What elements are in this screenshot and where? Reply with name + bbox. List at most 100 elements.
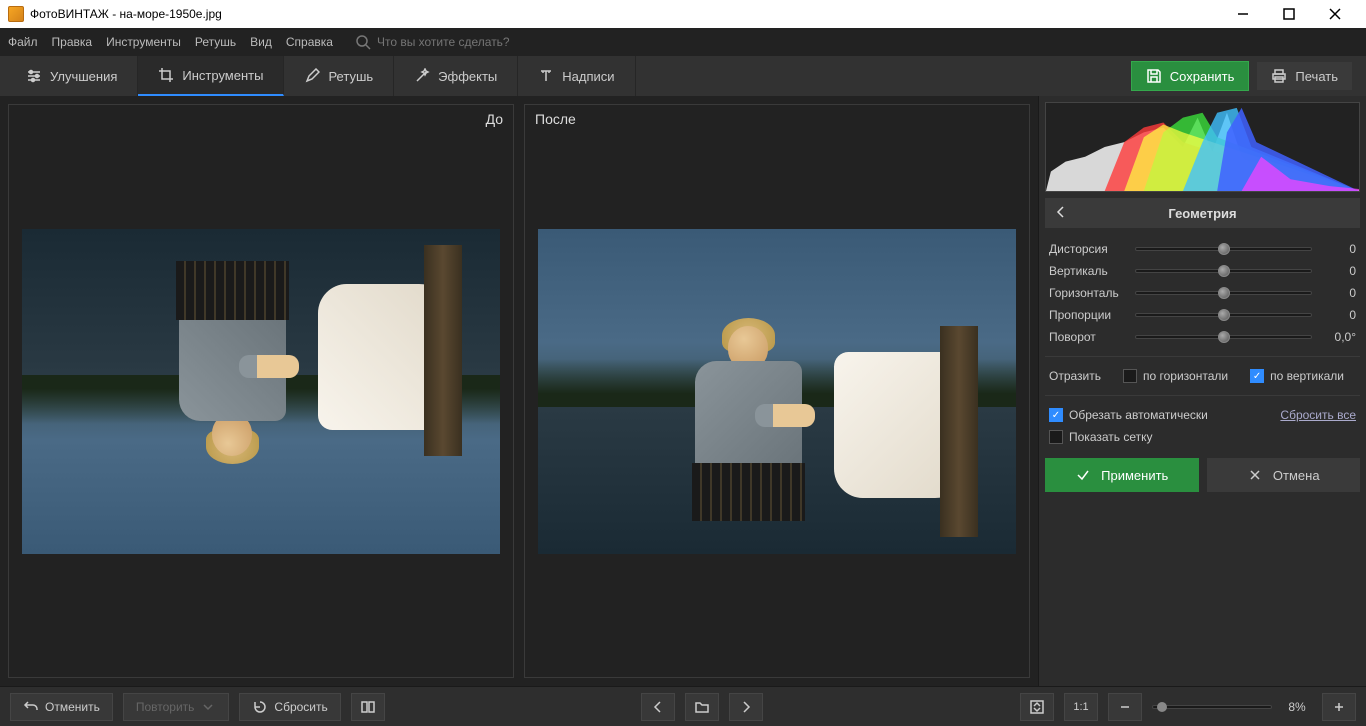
save-label: Сохранить	[1170, 69, 1235, 84]
reset-button[interactable]: Сбросить	[239, 693, 340, 721]
sidebar: Геометрия Дисторсия 0 Вертикаль 0 Горизо…	[1038, 96, 1366, 686]
slider-track[interactable]	[1135, 269, 1312, 273]
redo-button[interactable]: Повторить	[123, 693, 230, 721]
chevron-down-icon	[200, 699, 216, 715]
nav-next-button[interactable]	[729, 693, 763, 721]
reflect-label: Отразить	[1049, 369, 1101, 383]
zoom-in-button[interactable]	[1322, 693, 1356, 721]
nav-prev-button[interactable]	[641, 693, 675, 721]
crop-icon	[158, 67, 174, 83]
tab-retouch[interactable]: Ретушь	[284, 56, 394, 96]
slider-distortion: Дисторсия 0	[1045, 238, 1360, 260]
after-image[interactable]	[538, 229, 1016, 554]
tab-label: Ретушь	[328, 69, 373, 84]
minimize-button[interactable]	[1220, 0, 1266, 28]
slider-vertical: Вертикаль 0	[1045, 260, 1360, 282]
brush-icon	[304, 68, 320, 84]
tab-label: Инструменты	[182, 68, 263, 83]
tab-captions[interactable]: Надписи	[518, 56, 635, 96]
panel-header: Геометрия	[1045, 198, 1360, 228]
wand-icon	[414, 68, 430, 84]
reflect-h-label: по горизонтали	[1143, 369, 1228, 383]
reflect-row: Отразить по горизонтали ✓ по вертикали	[1045, 365, 1360, 387]
checkbox-autocrop[interactable]: ✓	[1049, 408, 1063, 422]
slider-thumb[interactable]	[1218, 331, 1230, 343]
viewer: До После	[0, 96, 1038, 686]
undo-button[interactable]: Отменить	[10, 693, 113, 721]
folder-icon	[694, 699, 710, 715]
panel-title: Геометрия	[1168, 206, 1236, 221]
text-icon	[538, 68, 554, 84]
checkbox-grid[interactable]	[1049, 430, 1063, 444]
menu-tools[interactable]: Инструменты	[106, 35, 181, 49]
menu-retouch[interactable]: Ретушь	[195, 35, 236, 49]
zoom-value: 8%	[1282, 700, 1312, 714]
print-button[interactable]: Печать	[1257, 62, 1352, 90]
slider-track[interactable]	[1135, 335, 1312, 339]
tab-label: Улучшения	[50, 69, 117, 84]
close-button[interactable]	[1312, 0, 1358, 28]
zoom-out-button[interactable]	[1108, 693, 1142, 721]
tab-tools[interactable]: Инструменты	[138, 56, 284, 96]
minus-icon	[1117, 699, 1133, 715]
sliders-icon	[26, 68, 42, 84]
menu-view[interactable]: Вид	[250, 35, 272, 49]
before-image[interactable]	[22, 229, 500, 554]
slider-track[interactable]	[1135, 291, 1312, 295]
tab-improve[interactable]: Улучшения	[6, 56, 138, 96]
grid-label: Показать сетку	[1069, 430, 1153, 444]
reset-icon	[252, 699, 268, 715]
histogram[interactable]	[1045, 102, 1360, 192]
slider-thumb[interactable]	[1218, 309, 1230, 321]
back-button[interactable]	[1053, 204, 1069, 223]
zoom-thumb[interactable]	[1157, 702, 1167, 712]
chevron-left-icon	[650, 699, 666, 715]
checkbox-reflect-v[interactable]: ✓	[1250, 369, 1264, 383]
menu-file[interactable]: Файл	[8, 35, 38, 49]
slider-value: 0	[1320, 242, 1356, 256]
chevron-right-icon	[738, 699, 754, 715]
slider-horizontal: Горизонталь 0	[1045, 282, 1360, 304]
zoom-slider[interactable]	[1152, 705, 1272, 709]
tab-label: Надписи	[562, 69, 614, 84]
slider-value: 0	[1320, 264, 1356, 278]
slider-thumb[interactable]	[1218, 287, 1230, 299]
slider-thumb[interactable]	[1218, 243, 1230, 255]
x-icon	[1247, 467, 1263, 483]
checkbox-reflect-h[interactable]	[1123, 369, 1137, 383]
cancel-button[interactable]: Отмена	[1207, 458, 1361, 492]
slider-value: 0	[1320, 308, 1356, 322]
slider-thumb[interactable]	[1218, 265, 1230, 277]
compare-button[interactable]	[351, 693, 385, 721]
print-label: Печать	[1295, 69, 1338, 84]
undo-icon	[23, 699, 39, 715]
maximize-button[interactable]	[1266, 0, 1312, 28]
ratio-button[interactable]: 1:1	[1064, 693, 1098, 721]
grid-row: Показать сетку	[1045, 426, 1360, 448]
plus-icon	[1331, 699, 1347, 715]
reset-all-link[interactable]: Сбросить все	[1280, 408, 1356, 422]
slider-value: 0	[1320, 286, 1356, 300]
menu-bar: Файл Правка Инструменты Ретушь Вид Справ…	[0, 28, 1366, 56]
window-title: ФотоВИНТАЖ - на-море-1950е.jpg	[30, 7, 222, 21]
slider-track[interactable]	[1135, 313, 1312, 317]
app-logo-icon	[8, 6, 24, 22]
save-button[interactable]: Сохранить	[1131, 61, 1250, 91]
autocrop-row: ✓ Обрезать автоматически Сбросить все	[1045, 404, 1360, 426]
search-icon	[355, 34, 371, 50]
slider-track[interactable]	[1135, 247, 1312, 251]
reflect-v-label: по вертикали	[1270, 369, 1344, 383]
search-input[interactable]	[377, 35, 577, 49]
footer: Отменить Повторить Сбросить 1:1 8%	[0, 686, 1366, 726]
menu-edit[interactable]: Правка	[52, 35, 93, 49]
menu-help[interactable]: Справка	[286, 35, 333, 49]
tab-effects[interactable]: Эффекты	[394, 56, 518, 96]
slider-proportions: Пропорции 0	[1045, 304, 1360, 326]
print-icon	[1271, 68, 1287, 84]
slider-rotation: Поворот 0,0°	[1045, 326, 1360, 348]
apply-button[interactable]: Применить	[1045, 458, 1199, 492]
save-icon	[1146, 68, 1162, 84]
nav-folder-button[interactable]	[685, 693, 719, 721]
title-bar: ФотоВИНТАЖ - на-море-1950е.jpg	[0, 0, 1366, 28]
fit-button[interactable]	[1020, 693, 1054, 721]
